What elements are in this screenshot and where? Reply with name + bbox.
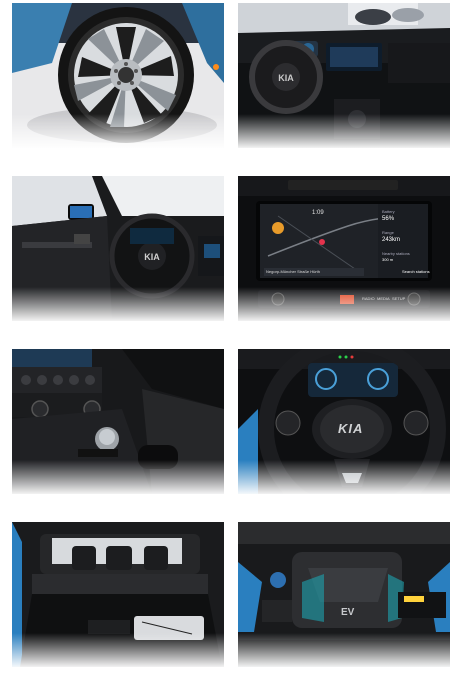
nearby-label: Nearby stations (382, 251, 410, 256)
range-value: 243km (382, 237, 400, 243)
photo-center-console[interactable] (12, 349, 224, 494)
ev-badge: EV (341, 607, 355, 618)
address-text: Negorp-Müncher Straße Hürth (266, 269, 321, 274)
photo-gallery: KIA KIA 1:09 Battery 56% Range 243km Nea… (0, 0, 456, 681)
range-number: 243 (382, 237, 393, 243)
battery-label: Battery (382, 209, 395, 214)
nearby-value: 300 m (382, 257, 394, 262)
photo-dashboard[interactable]: KIA (238, 3, 450, 148)
kia-logo: KIA (338, 421, 364, 436)
battery-value: 56% (382, 216, 394, 222)
photo-engine-bay[interactable]: EV (238, 522, 450, 667)
range-unit: km (392, 237, 401, 243)
range-label: Range (382, 230, 394, 235)
photo-driver-door[interactable]: KIA (12, 176, 224, 321)
battery-unit: % (388, 216, 395, 222)
nav-time: 1:09 (312, 210, 324, 216)
photo-navigation-screen[interactable]: 1:09 Battery 56% Range 243km Nearby stat… (238, 176, 450, 321)
photo-wheel[interactable] (12, 3, 224, 148)
photo-steering-wheel[interactable]: KIA (238, 349, 450, 494)
battery-number: 56 (382, 216, 389, 222)
svg-text:KIA: KIA (144, 252, 160, 262)
photo-trunk[interactable] (12, 522, 224, 667)
search-stations: Search stations (402, 269, 430, 274)
svg-text:KIA: KIA (278, 73, 294, 83)
